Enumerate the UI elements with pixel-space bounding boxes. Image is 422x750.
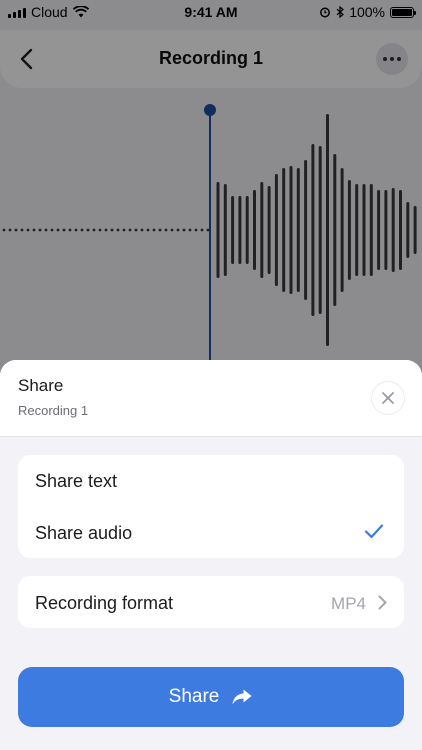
checkmark-icon [364, 524, 384, 539]
close-button[interactable] [372, 382, 404, 414]
share-options-card: Share text Share audio [18, 455, 404, 558]
share-audio-option[interactable]: Share audio [18, 507, 404, 558]
share-audio-label: Share audio [35, 523, 133, 543]
sheet-title: Share [18, 376, 64, 395]
share-text-label: Share text [35, 471, 118, 491]
sheet-header: Share Recording 1 [0, 360, 422, 437]
share-sheet: Share Recording 1 Share text Share audio… [0, 360, 422, 750]
recording-format-label: Recording format [35, 593, 174, 613]
sheet-subtitle: Recording 1 [18, 403, 89, 418]
share-button[interactable]: Share [18, 667, 404, 727]
recording-format-value: MP4 [331, 594, 366, 613]
share-arrow-icon [232, 689, 252, 705]
recording-format-row[interactable]: Recording format MP4 [18, 576, 404, 628]
share-button-label: Share [168, 686, 220, 707]
share-text-option[interactable]: Share text [18, 455, 404, 506]
chevron-right-icon [378, 595, 387, 610]
close-icon [382, 392, 394, 404]
